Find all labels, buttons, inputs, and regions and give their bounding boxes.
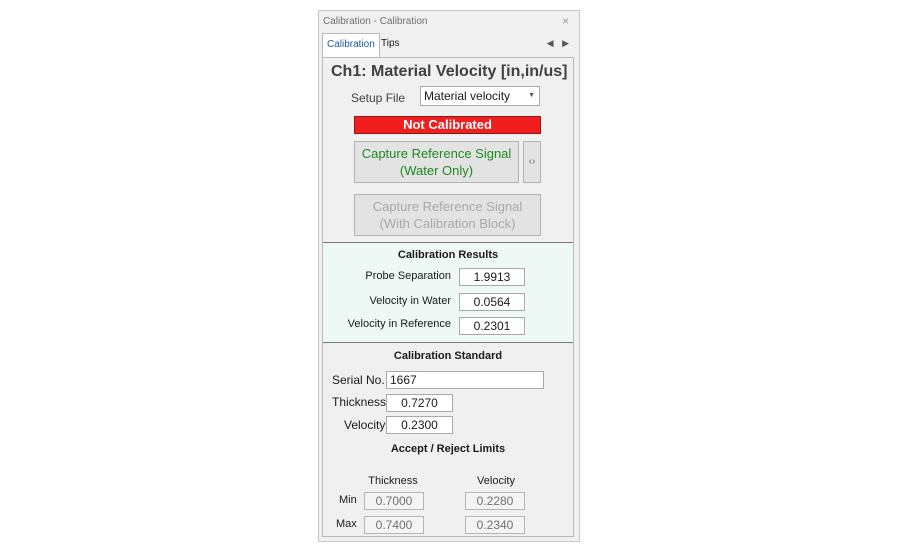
serial-number-label: Serial No. <box>332 373 385 387</box>
title-bar: Calibration - Calibration × <box>319 11 579 33</box>
velocity-in-water-label: Velocity in Water <box>369 295 451 307</box>
probe-separation-label: Probe Separation <box>365 270 451 282</box>
button-label-line2: (With Calibration Block) <box>379 216 516 231</box>
calibration-status-badge: Not Calibrated <box>354 116 541 134</box>
setup-file-value: Material velocity <box>424 89 511 103</box>
channel-title: Ch1: Material Velocity [in,in/us] <box>331 63 568 80</box>
limits-thickness-header: Thickness <box>368 475 418 487</box>
velocity-in-reference-value: 0.2301 <box>459 317 525 335</box>
chevron-down-icon: ▼ <box>528 92 535 99</box>
thickness-max-field[interactable]: 0.7400 <box>364 516 424 534</box>
velocity-in-reference-label: Velocity in Reference <box>347 318 451 330</box>
limits-min-label: Min <box>339 494 357 506</box>
setup-file-label: Setup File <box>351 91 406 105</box>
limits-title: Accept / Reject Limits <box>390 443 506 455</box>
setup-file-select[interactable]: Material velocity ▼ <box>420 86 540 106</box>
tab-scroll-right-icon[interactable]: ▶ <box>562 38 569 48</box>
results-title: Calibration Results <box>397 249 499 261</box>
velocity-max-field[interactable]: 0.2340 <box>465 516 525 534</box>
tab-strip: Calibration Tips ◀ ▶ <box>319 33 579 58</box>
tab-scroll-left-icon[interactable]: ◀ <box>547 38 554 48</box>
thickness-min-field[interactable]: 0.7000 <box>364 492 424 510</box>
standard-title: Calibration Standard <box>393 350 503 362</box>
tab-calibration[interactable]: Calibration <box>322 33 380 58</box>
tab-scroll-arrows: ◀ ▶ <box>541 38 569 49</box>
thickness-label: Thickness <box>332 395 387 409</box>
velocity-field[interactable]: 0.2300 <box>386 416 453 434</box>
limits-velocity-header: Velocity <box>477 475 515 487</box>
serial-number-field[interactable]: 1667 <box>386 371 544 389</box>
tab-tips[interactable]: Tips <box>377 33 404 55</box>
waveform-toggle-button[interactable]: ‹› <box>523 141 541 183</box>
calibration-content: Ch1: Material Velocity [in,in/us] Setup … <box>322 57 574 537</box>
button-label-line2: (Water Only) <box>399 163 474 178</box>
probe-separation-value: 1.9913 <box>459 268 525 286</box>
capture-block-reference-button[interactable]: Capture Reference Signal (With Calibrati… <box>354 194 541 236</box>
close-icon[interactable]: × <box>562 14 569 28</box>
limits-max-label: Max <box>336 518 357 530</box>
thickness-field[interactable]: 0.7270 <box>386 394 453 412</box>
button-label-line1: Capture Reference Signal <box>372 199 523 214</box>
calibration-panel: Calibration - Calibration × Calibration … <box>318 10 580 542</box>
calibration-results-section: Calibration Results Probe Separation 1.9… <box>323 242 573 343</box>
velocity-in-water-value: 0.0564 <box>459 293 525 311</box>
capture-water-reference-button[interactable]: Capture Reference Signal (Water Only) <box>354 141 519 183</box>
velocity-min-field[interactable]: 0.2280 <box>465 492 525 510</box>
velocity-label: Velocity <box>344 418 386 432</box>
button-label-line1: Capture Reference Signal <box>361 146 512 161</box>
window-title: Calibration - Calibration <box>323 16 428 27</box>
